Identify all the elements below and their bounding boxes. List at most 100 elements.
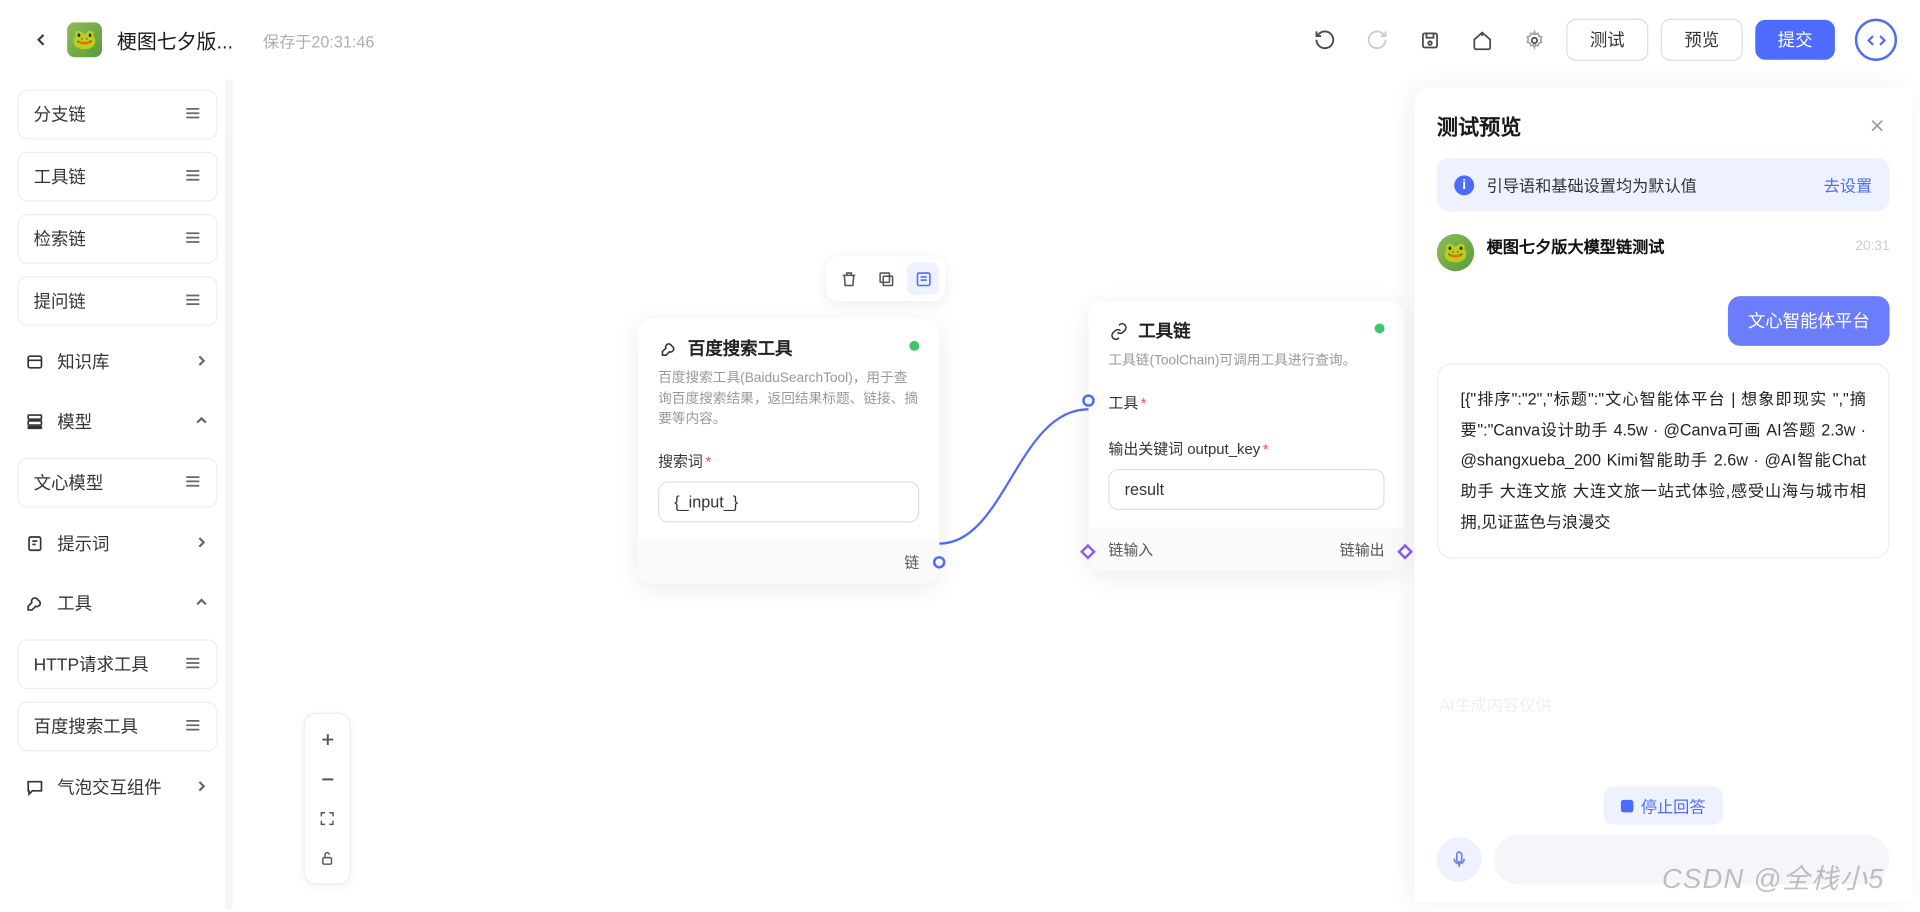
- bot-avatar: 🐸: [1437, 234, 1474, 271]
- sidebar-item-label: 模型: [57, 409, 92, 434]
- sidebar-item-label: HTTP请求工具: [34, 652, 149, 677]
- sidebar-item-http-tool[interactable]: HTTP请求工具: [17, 639, 217, 689]
- go-settings-link[interactable]: 去设置: [1824, 173, 1873, 197]
- output-key-input[interactable]: result: [1108, 468, 1384, 509]
- sidebar-item-wenxin-model[interactable]: 文心模型: [17, 458, 217, 508]
- hamburger-icon: [184, 472, 201, 493]
- hamburger-icon: [184, 290, 201, 311]
- app-avatar: 🐸: [67, 22, 102, 57]
- submit-button[interactable]: 提交: [1755, 20, 1835, 60]
- test-preview-panel: 测试预览 i 引导语和基础设置均为默认值 去设置 🐸 梗图七夕版大模型链测试 2…: [1414, 87, 1912, 902]
- chevron-up-icon: [193, 593, 210, 614]
- chat-area: 🐸 梗图七夕版大模型链测试 20:31 文心智能体平台 [{"排序":"2","…: [1437, 234, 1890, 771]
- footer-label: 链: [904, 550, 919, 571]
- status-dot: [909, 341, 919, 351]
- node-title: 百度搜索工具: [688, 336, 792, 361]
- sidebar-item-tool-chain[interactable]: 工具链: [17, 152, 217, 202]
- hamburger-icon: [184, 654, 201, 675]
- hamburger-icon: [184, 104, 201, 125]
- output-port[interactable]: [1397, 543, 1413, 559]
- sidebar-item-search-chain[interactable]: 检索链: [17, 214, 217, 264]
- field-label: 工具*: [1089, 381, 1405, 420]
- sidebar-item-knowledge[interactable]: 知识库: [17, 338, 217, 385]
- copy-icon[interactable]: [870, 262, 902, 294]
- stop-icon: [1621, 799, 1633, 811]
- sidebar-item-branch-chain[interactable]: 分支链: [17, 90, 217, 140]
- sidebar-item-label: 提问链: [34, 289, 86, 314]
- sidebar-item-model[interactable]: 模型: [17, 398, 217, 445]
- node-tool-chain[interactable]: 工具链 工具链(ToolChain)可调用工具进行查询。 工具* 输出关键词 o…: [1089, 301, 1405, 570]
- sidebar-item-label: 工具: [57, 591, 92, 616]
- save-icon[interactable]: [1409, 20, 1449, 60]
- mic-icon[interactable]: [1437, 837, 1482, 882]
- node-desc: 百度搜索工具(BaiduSearchTool)，用于查询百度搜索结果，返回结果标…: [638, 368, 939, 440]
- sidebar-item-label: 文心模型: [34, 470, 104, 495]
- wrench-icon: [25, 593, 45, 613]
- bot-name: 梗图七夕版大模型链测试: [1487, 234, 1665, 258]
- node-title: 工具链: [1138, 318, 1190, 343]
- zoom-controls: [304, 713, 351, 885]
- back-icon[interactable]: [30, 29, 52, 51]
- sidebar-item-label: 气泡交互组件: [57, 775, 161, 800]
- link-icon: [1108, 321, 1128, 341]
- sidebar-item-prompt[interactable]: 提示词: [17, 520, 217, 567]
- lock-icon[interactable]: [310, 841, 345, 876]
- node-desc: 工具链(ToolChain)可调用工具进行查询。: [1089, 351, 1405, 381]
- node-footer: 链: [638, 539, 939, 583]
- sidebar-item-label: 工具链: [34, 164, 86, 189]
- chat-input[interactable]: [1494, 835, 1890, 885]
- sidebar-item-label: 检索链: [34, 226, 86, 251]
- sidebar-item-bubble[interactable]: 气泡交互组件: [17, 764, 217, 811]
- node-baidu-search[interactable]: 百度搜索工具 百度搜索工具(BaiduSearchTool)，用于查询百度搜索结…: [638, 318, 939, 582]
- sidebar-scrollbar[interactable]: [225, 80, 232, 910]
- saved-time: 保存于20:31:46: [263, 28, 374, 52]
- search-term-input[interactable]: {_input_}: [658, 481, 919, 522]
- fullscreen-icon[interactable]: [310, 801, 345, 836]
- info-icon: i: [1454, 175, 1474, 195]
- node-footer: 链输入 链输出: [1089, 527, 1405, 571]
- app-title: 梗图七夕版...: [117, 25, 233, 55]
- assistant-message: [{"排序":"2","标题":"文心智能体平台 | 想象即现实 ","摘要":…: [1437, 363, 1890, 559]
- delete-icon[interactable]: [832, 262, 864, 294]
- hamburger-icon: [184, 166, 201, 187]
- close-icon[interactable]: [1865, 113, 1890, 138]
- database-icon: [25, 352, 45, 372]
- zoom-out-icon[interactable]: [310, 761, 345, 796]
- hamburger-icon: [184, 716, 201, 737]
- undo-icon[interactable]: [1305, 20, 1345, 60]
- input-port[interactable]: [1080, 543, 1096, 559]
- chevron-right-icon: [193, 777, 210, 798]
- test-button[interactable]: 测试: [1566, 19, 1648, 61]
- wrench-icon: [658, 338, 678, 358]
- gear-icon[interactable]: [1514, 20, 1554, 60]
- preview-button[interactable]: 预览: [1661, 19, 1743, 61]
- home-icon[interactable]: [1462, 20, 1502, 60]
- info-banner: i 引导语和基础设置均为默认值 去设置: [1437, 158, 1890, 211]
- field-label: 输出关键词 output_key*: [1089, 420, 1405, 466]
- sidebar-item-label: 知识库: [57, 350, 109, 375]
- watermark-bg: AI生成内容仅供: [1439, 692, 1551, 716]
- field-label: 搜索词*: [638, 440, 939, 479]
- chevron-right-icon: [193, 351, 210, 372]
- status-dot: [1375, 323, 1385, 333]
- sidebar-item-label: 百度搜索工具: [34, 714, 138, 739]
- stop-button[interactable]: 停止回答: [1603, 786, 1722, 825]
- sidebar-item-question-chain[interactable]: 提问链: [17, 276, 217, 326]
- zoom-in-icon[interactable]: [310, 722, 345, 757]
- code-icon[interactable]: [1855, 19, 1897, 61]
- canvas[interactable]: 百度搜索工具 百度搜索工具(BaiduSearchTool)，用于查询百度搜索结…: [234, 80, 1415, 910]
- header: 🐸 梗图七夕版... 保存于20:31:46 测试 预览 提交: [0, 0, 1919, 80]
- panel-title: 测试预览: [1437, 109, 1522, 140]
- tool-input-port[interactable]: [1082, 394, 1094, 406]
- output-port[interactable]: [933, 555, 945, 567]
- stack-icon: [25, 412, 45, 432]
- chat-icon: [25, 778, 45, 798]
- note-icon: [25, 534, 45, 554]
- list-icon[interactable]: [907, 262, 939, 294]
- sidebar-item-baidu-search-tool[interactable]: 百度搜索工具: [17, 702, 217, 752]
- sidebar-item-tools[interactable]: 工具: [17, 580, 217, 627]
- user-message: 文心智能体平台: [1728, 296, 1890, 346]
- chevron-up-icon: [193, 411, 210, 432]
- banner-text: 引导语和基础设置均为默认值: [1487, 173, 1697, 197]
- hamburger-icon: [184, 228, 201, 249]
